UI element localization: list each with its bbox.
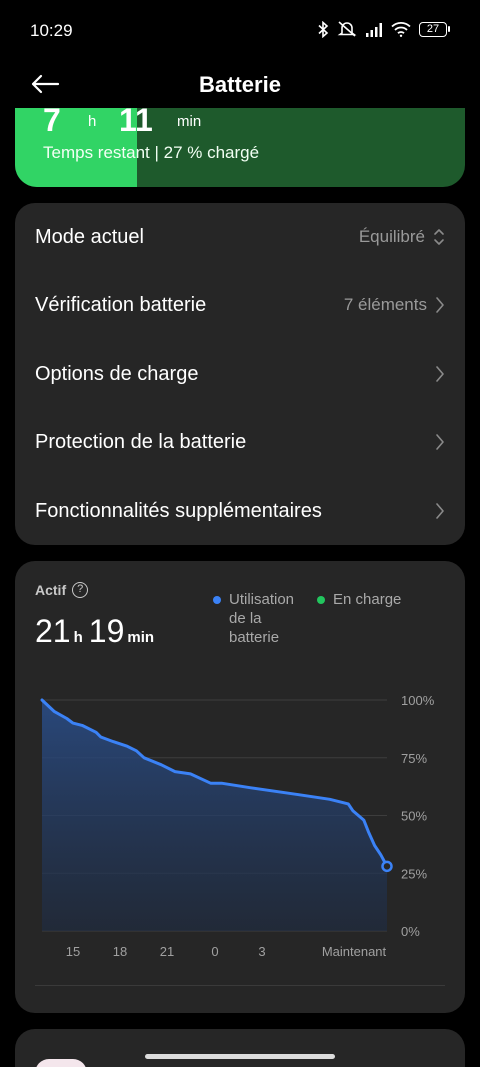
chevron-right-icon [436,434,444,450]
active-label-group: Actif ? [35,582,89,598]
x-tick-label: 15 [66,944,80,959]
chart-legend: Utilisation de la batterie En charge [213,590,401,647]
mute-icon [337,21,357,37]
legend-label: Utilisation de la batterie [229,591,295,646]
x-tick-label: 21 [160,944,174,959]
y-tick-label: 100% [401,693,435,708]
chevron-right-icon [436,366,444,382]
updown-chevron-icon [434,229,444,245]
y-tick-label: 0% [401,924,420,939]
settings-card: Mode actuel Équilibré Vérification batte… [15,203,465,545]
x-tick-label: 0 [211,944,218,959]
settings-row-extra-features[interactable]: Fonctionnalités supplémentaires [15,477,465,545]
bluetooth-icon [318,20,329,38]
active-hours: 21 [35,613,71,649]
wifi-icon [391,22,411,37]
next-card [15,1029,465,1067]
x-tick-label: 3 [258,944,265,959]
active-duration: 21 h 19 min [35,613,160,650]
settings-row-charge-options[interactable]: Options de charge [15,340,465,408]
settings-value: Équilibré [358,227,425,246]
remaining-hours-unit: h [88,113,97,130]
remaining-minutes-unit: min [177,113,202,130]
active-minutes-unit: min [127,629,155,646]
battery-summary-card[interactable]: 7 h 11 min Temps restant | 27 % chargé [15,108,465,187]
app-bar: Batterie [0,62,480,108]
settings-label: Vérification batterie [35,293,207,316]
settings-row-battery-check[interactable]: Vérification batterie 7 éléments [15,271,465,339]
legend-item-charging: En charge [317,590,401,647]
y-tick-label: 50% [401,809,427,824]
home-indicator[interactable] [145,1054,335,1059]
y-tick-label: 25% [401,866,427,881]
settings-label: Protection de la batterie [35,430,247,453]
signal-icon [366,22,382,37]
settings-label: Options de charge [35,362,199,385]
status-time: 10:29 [30,21,73,40]
legend-dot [213,596,221,604]
x-tick-label: 18 [113,944,127,959]
settings-label: Fonctionnalités supplémentaires [35,499,322,522]
status-bar: 10:29 27 [0,0,480,62]
battery-usage-chart[interactable]: 100% 75% 50% 25% 0% 15 18 21 0 3 Maintenant [15,681,465,971]
divider [35,985,445,986]
settings-row-battery-protection[interactable]: Protection de la batterie [15,408,465,476]
legend-item-usage: Utilisation de la batterie [213,590,307,647]
battery-level: 27 [419,21,447,37]
settings-label: Mode actuel [35,225,144,248]
current-point-marker [381,860,393,873]
chevron-right-icon [436,503,444,519]
app-icon [35,1059,87,1067]
remaining-time-text: Temps restant | 27 % chargé [43,143,260,162]
active-hours-unit: h [73,629,83,646]
status-icons: 27 [317,20,450,38]
legend-label: En charge [333,591,402,608]
remaining-hours: 7 [43,108,61,138]
battery-icon: 27 [419,21,450,37]
active-minutes: 19 [88,613,125,649]
settings-value: 7 éléments [343,295,427,314]
usage-card: Actif ? 21 h 19 min Utilisation de la batte… [15,561,465,1013]
settings-row-current-mode[interactable]: Mode actuel Équilibré [15,203,465,271]
x-tick-label: Maintenant [322,944,387,959]
y-tick-label: 75% [401,751,427,766]
help-icon[interactable]: ? [72,582,89,598]
legend-dot [317,596,325,604]
chevron-right-icon [436,297,444,313]
remaining-minutes: 11 [119,108,153,138]
page-title: Batterie [199,72,281,97]
usage-area [42,700,387,931]
active-label: Actif [35,582,67,598]
